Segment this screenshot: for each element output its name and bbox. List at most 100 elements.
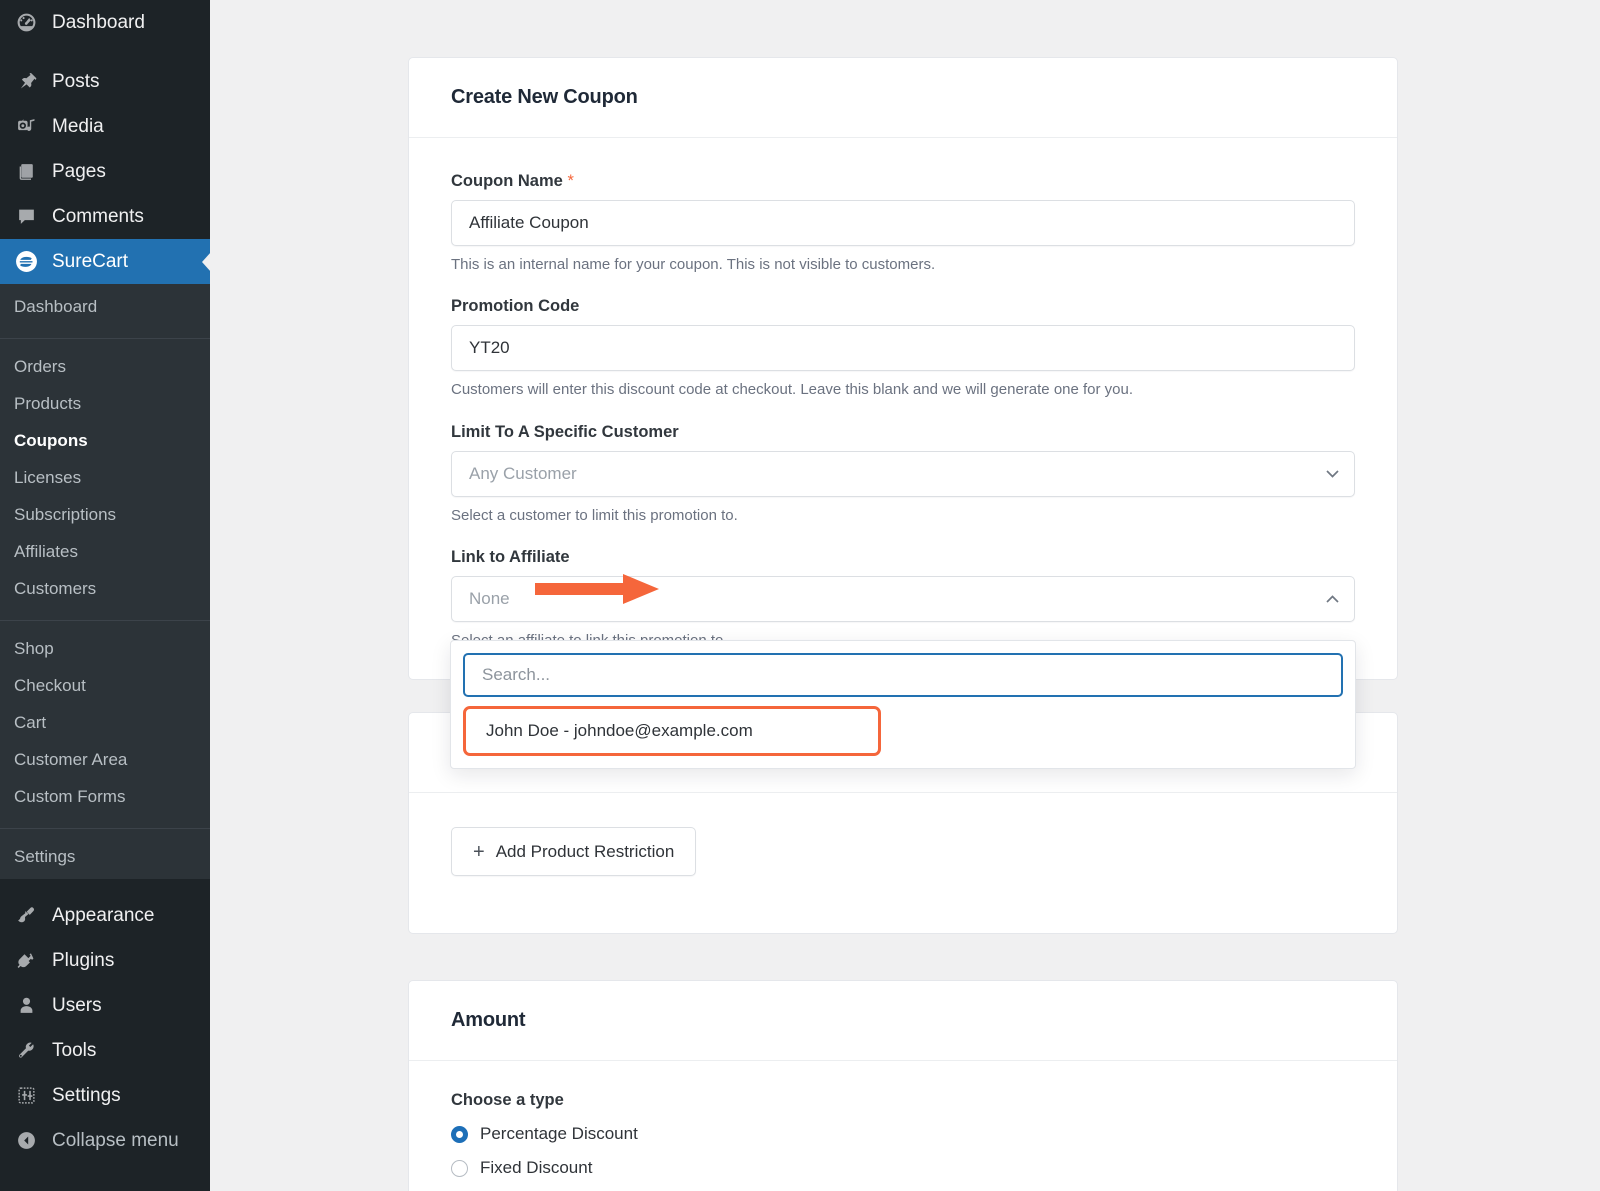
admin-sidebar: Dashboard Posts Media Pages Comments Sur…: [0, 0, 210, 1191]
user-icon: [10, 994, 42, 1018]
submenu-item-affiliates[interactable]: Affiliates: [0, 533, 210, 570]
plug-icon: [10, 949, 42, 973]
pushpin-icon: [10, 70, 42, 94]
submenu-item-settings[interactable]: Settings: [0, 838, 210, 875]
submenu-item-label: Customer Area: [14, 750, 127, 770]
submenu-item-label: Coupons: [14, 431, 88, 451]
submenu-item-customers[interactable]: Customers: [0, 570, 210, 607]
submenu-item-customer-area[interactable]: Customer Area: [0, 741, 210, 778]
submenu-item-label: Custom Forms: [14, 787, 125, 807]
product-restrictions-body: + Add Product Restriction: [409, 793, 1397, 910]
surecart-logo-icon: [10, 250, 42, 274]
promotion-code-label: Promotion Code: [451, 297, 1355, 316]
submenu-item-custom-forms[interactable]: Custom Forms: [0, 778, 210, 815]
submenu-item-label: Shop: [14, 639, 54, 659]
submenu-item-label: Customers: [14, 579, 96, 599]
sidebar-item-comments[interactable]: Comments: [0, 194, 210, 239]
orange-arrow-icon: [535, 574, 659, 604]
promotion-code-input[interactable]: YT20: [451, 325, 1355, 371]
submenu-divider: [0, 828, 210, 829]
choose-type-label: Choose a type: [451, 1091, 1355, 1110]
annotation-arrow: [535, 574, 659, 604]
coupon-name-label-text: Coupon Name: [451, 172, 563, 190]
sidebar-item-label: Posts: [52, 72, 100, 91]
page-title: Create New Coupon: [451, 86, 1355, 109]
submenu-item-orders[interactable]: Orders: [0, 348, 210, 385]
radio-fixed-discount[interactable]: Fixed Discount: [451, 1158, 1355, 1178]
submenu-item-checkout[interactable]: Checkout: [0, 667, 210, 704]
amount-header: Amount: [409, 981, 1397, 1061]
dashboard-gauge-icon: [10, 11, 42, 35]
add-product-restriction-button[interactable]: + Add Product Restriction: [451, 827, 696, 876]
submenu-item-label: Subscriptions: [14, 505, 116, 525]
submenu-item-label: Licenses: [14, 468, 81, 488]
amount-body: Choose a type Percentage Discount Fixed …: [409, 1061, 1397, 1191]
sliders-icon: [10, 1084, 42, 1108]
sidebar-item-posts[interactable]: Posts: [0, 59, 210, 104]
sidebar-item-label: Media: [52, 117, 104, 136]
pages-icon: [10, 160, 42, 184]
submenu-item-licenses[interactable]: Licenses: [0, 459, 210, 496]
sidebar-item-surecart[interactable]: SureCart: [0, 239, 210, 284]
collapse-menu-button[interactable]: Collapse menu: [0, 1118, 210, 1163]
radio-label: Percentage Discount: [480, 1124, 638, 1144]
sidebar-item-media[interactable]: Media: [0, 104, 210, 149]
radio-indicator: [451, 1160, 468, 1177]
sidebar-item-label: Dashboard: [52, 13, 145, 32]
submenu-item-cart[interactable]: Cart: [0, 704, 210, 741]
sidebar-item-pages[interactable]: Pages: [0, 149, 210, 194]
sidebar-item-users[interactable]: Users: [0, 983, 210, 1028]
submenu-item-products[interactable]: Products: [0, 385, 210, 422]
sidebar-item-dashboard[interactable]: Dashboard: [0, 0, 210, 45]
amount-title: Amount: [451, 1009, 1355, 1032]
submenu-item-label: Settings: [14, 847, 75, 867]
media-camera-icon: [10, 115, 42, 139]
sidebar-item-plugins[interactable]: Plugins: [0, 938, 210, 983]
wrench-icon: [10, 1039, 42, 1063]
coupon-name-label: Coupon Name *: [451, 172, 1355, 191]
limit-customer-label: Limit To A Specific Customer: [451, 423, 1355, 442]
coupon-name-input[interactable]: Affiliate Coupon: [451, 200, 1355, 246]
required-asterisk: *: [567, 172, 573, 190]
submenu-item-label: Checkout: [14, 676, 86, 696]
submenu-item-label: Products: [14, 394, 81, 414]
radio-indicator: [451, 1126, 468, 1143]
affiliate-option-label: John Doe - johndoe@example.com: [486, 721, 753, 741]
sidebar-item-settings[interactable]: Settings: [0, 1073, 210, 1118]
sidebar-item-appearance[interactable]: Appearance: [0, 893, 210, 938]
radio-percentage-discount[interactable]: Percentage Discount: [451, 1124, 1355, 1144]
sidebar-item-tools[interactable]: Tools: [0, 1028, 210, 1073]
promotion-code-field: Promotion Code YT20 Customers will enter…: [451, 297, 1355, 400]
affiliate-search-input[interactable]: [463, 653, 1343, 697]
sidebar-item-label: Pages: [52, 162, 106, 181]
amount-card: Amount Choose a type Percentage Discount…: [408, 980, 1398, 1191]
sidebar-item-label: Tools: [52, 1041, 96, 1060]
submenu-item-label: Cart: [14, 713, 46, 733]
coupon-name-field: Coupon Name * Affiliate Coupon This is a…: [451, 172, 1355, 275]
affiliate-option-john-doe[interactable]: John Doe - johndoe@example.com: [463, 706, 881, 756]
collapse-menu-label: Collapse menu: [52, 1131, 179, 1150]
sidebar-item-label: Plugins: [52, 951, 114, 970]
create-coupon-header: Create New Coupon: [409, 58, 1397, 138]
submenu-item-label: Affiliates: [14, 542, 78, 562]
limit-customer-field: Limit To A Specific Customer Any Custome…: [451, 423, 1355, 526]
submenu-item-coupons[interactable]: Coupons: [0, 422, 210, 459]
submenu-item-shop[interactable]: Shop: [0, 630, 210, 667]
limit-customer-help: Select a customer to limit this promotio…: [451, 506, 1355, 526]
link-affiliate-label: Link to Affiliate: [451, 548, 1355, 567]
submenu-item-dashboard[interactable]: Dashboard: [0, 288, 210, 325]
main-content: Create New Coupon Coupon Name * Affiliat…: [210, 0, 1600, 1191]
coupon-name-help: This is an internal name for your coupon…: [451, 255, 1355, 275]
surecart-submenu: Dashboard Orders Products Coupons Licens…: [0, 284, 210, 879]
comment-bubble-icon: [10, 205, 42, 229]
sidebar-item-label: SureCart: [52, 252, 128, 271]
promotion-code-help: Customers will enter this discount code …: [451, 380, 1355, 400]
submenu-item-subscriptions[interactable]: Subscriptions: [0, 496, 210, 533]
sidebar-item-label: Comments: [52, 207, 144, 226]
limit-customer-select-wrap: Any Customer: [451, 451, 1355, 497]
limit-customer-select[interactable]: Any Customer: [451, 451, 1355, 497]
affiliate-dropdown-panel: John Doe - johndoe@example.com: [450, 640, 1356, 769]
radio-label: Fixed Discount: [480, 1158, 592, 1178]
create-coupon-body: Coupon Name * Affiliate Coupon This is a…: [409, 138, 1397, 691]
collapse-arrow-icon: [10, 1129, 42, 1153]
